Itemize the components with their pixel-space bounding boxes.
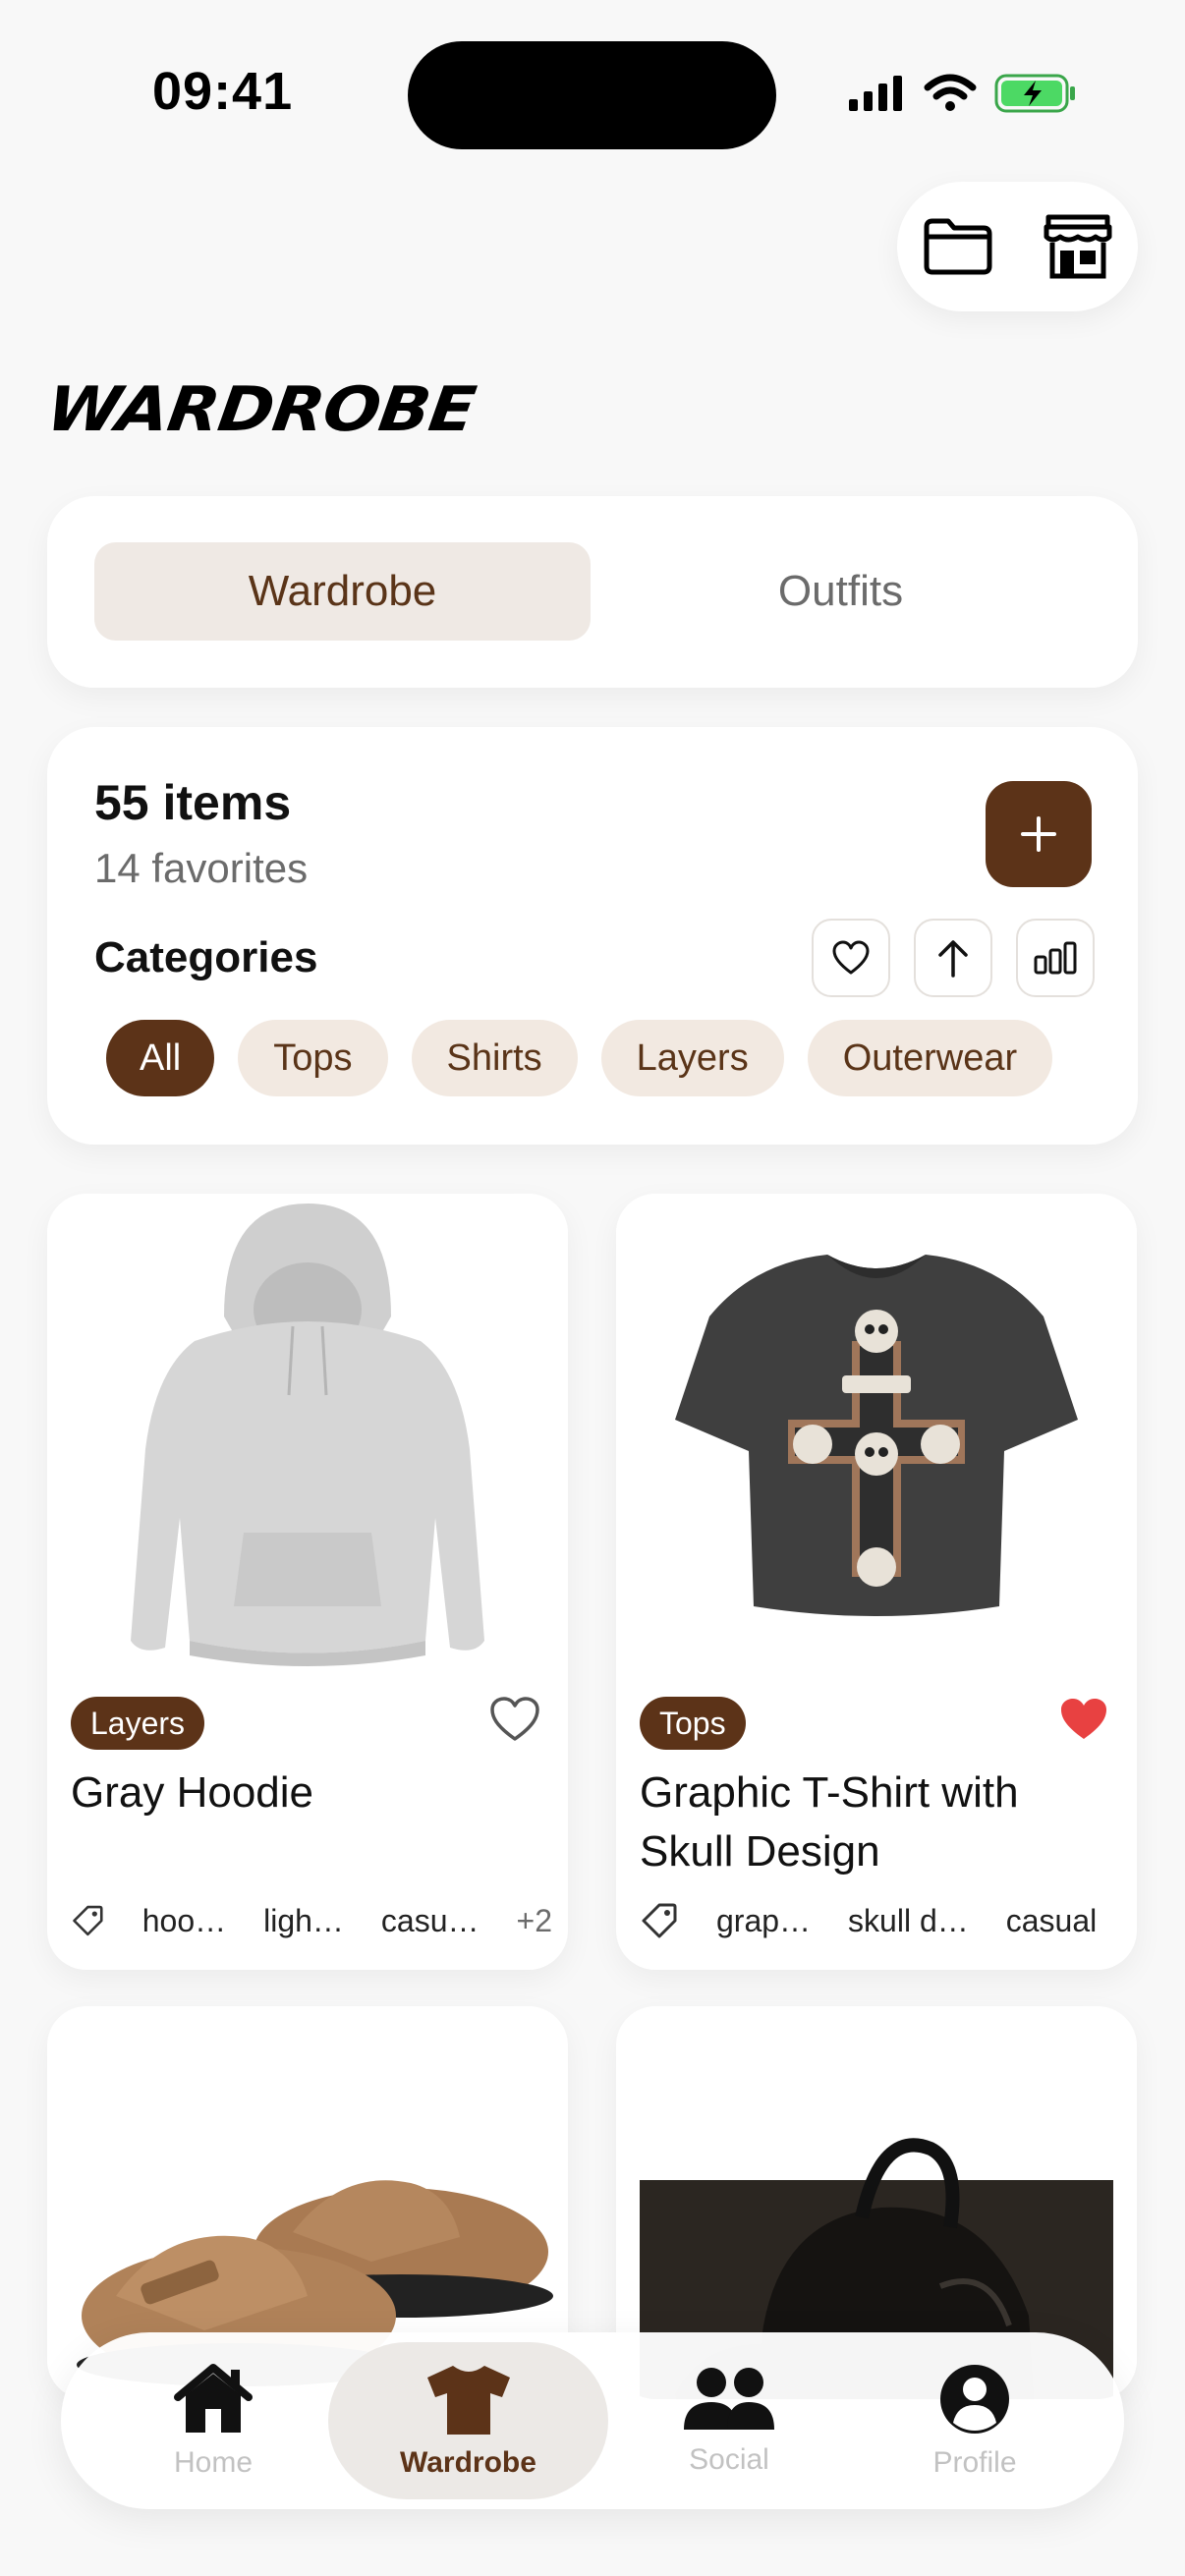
stats-button[interactable] bbox=[1016, 919, 1095, 997]
top-actions bbox=[897, 182, 1138, 311]
add-item-button[interactable] bbox=[986, 781, 1092, 887]
dynamic-island bbox=[408, 41, 776, 149]
tag: casual bbox=[1005, 1902, 1098, 1938]
tab-wardrobe-label: Wardrobe bbox=[400, 2446, 536, 2479]
bar-chart-icon bbox=[1034, 941, 1077, 975]
item-tags: grap… skull d… casual bbox=[640, 1901, 1121, 1940]
item-image bbox=[616, 1194, 1137, 1714]
plus-icon bbox=[1021, 816, 1056, 852]
category-badge: Tops bbox=[640, 1697, 746, 1750]
home-icon bbox=[174, 2364, 253, 2433]
cellular-signal-icon bbox=[849, 76, 902, 111]
tshirt-icon bbox=[426, 2366, 510, 2435]
store-button[interactable] bbox=[1043, 211, 1113, 282]
segment-wardrobe[interactable]: Wardrobe bbox=[94, 542, 591, 641]
sort-button[interactable] bbox=[914, 919, 992, 997]
chip-outerwear[interactable]: Outerwear bbox=[807, 1020, 1053, 1096]
items-count: 55 items bbox=[94, 775, 292, 830]
people-icon bbox=[684, 2368, 774, 2430]
item-card[interactable]: Tops Graphic T-Shirt with Skull Design g… bbox=[616, 1194, 1137, 1970]
item-name: Gray Hoodie bbox=[71, 1768, 314, 1817]
more-tags-count: +2 bbox=[516, 1902, 552, 1938]
filter-tools bbox=[812, 919, 1095, 997]
heart-outline-icon bbox=[832, 940, 870, 975]
chip-all[interactable]: All bbox=[106, 1020, 215, 1096]
page-title: WARDROBE bbox=[41, 374, 480, 446]
tag: ligh… bbox=[263, 1902, 344, 1938]
tab-social-label: Social bbox=[689, 2443, 769, 2476]
category-chips: All Tops Shirts Layers Outerwear bbox=[106, 1020, 1053, 1096]
heart-outline-icon bbox=[490, 1697, 539, 1741]
chip-tops[interactable]: Tops bbox=[238, 1020, 388, 1096]
tab-home-label: Home bbox=[173, 2446, 254, 2479]
tag: casu… bbox=[380, 1902, 480, 1938]
segmented-control: Wardrobe Outfits bbox=[47, 496, 1138, 688]
tag: grap… bbox=[716, 1902, 812, 1938]
store-icon bbox=[1044, 214, 1111, 279]
status-bar: 09:41 bbox=[0, 0, 1185, 177]
heart-filled-icon bbox=[1061, 1699, 1106, 1739]
favorites-filter-button[interactable] bbox=[812, 919, 890, 997]
arrow-up-icon bbox=[938, 940, 968, 978]
wifi-icon bbox=[924, 74, 977, 111]
tab-profile[interactable]: Profile bbox=[852, 2332, 1098, 2509]
tag-icon bbox=[642, 1903, 677, 1938]
status-time: 09:41 bbox=[152, 62, 294, 121]
item-image bbox=[47, 1194, 568, 1714]
chip-layers[interactable]: Layers bbox=[600, 1020, 784, 1096]
favorite-button[interactable] bbox=[485, 1690, 544, 1749]
tab-social[interactable]: Social bbox=[606, 2332, 852, 2509]
tab-home[interactable]: Home bbox=[90, 2332, 336, 2509]
folder-icon bbox=[924, 218, 991, 275]
item-tags: hoo… ligh… casu… +2 bbox=[71, 1901, 552, 1940]
tag: hoo… bbox=[141, 1902, 227, 1938]
tag-icon bbox=[73, 1905, 103, 1936]
chip-shirts[interactable]: Shirts bbox=[411, 1020, 578, 1096]
item-name: Graphic T-Shirt with Skull Design bbox=[640, 1768, 1019, 1876]
battery-icon bbox=[994, 74, 1075, 113]
favorites-count: 14 favorites bbox=[94, 845, 309, 891]
status-icons bbox=[847, 73, 1077, 114]
tag: skull d… bbox=[848, 1902, 969, 1938]
favorite-button[interactable] bbox=[1054, 1690, 1113, 1749]
category-badge: Layers bbox=[71, 1697, 205, 1750]
tab-wardrobe[interactable]: Wardrobe bbox=[328, 2342, 608, 2499]
summary-card: 55 items 14 favorites Categories All Top… bbox=[47, 727, 1138, 1145]
profile-icon bbox=[940, 2365, 1009, 2434]
tab-profile-label: Profile bbox=[932, 2446, 1017, 2479]
tab-bar: Home Wardrobe Social Profile bbox=[61, 2332, 1124, 2509]
folder-button[interactable] bbox=[923, 211, 993, 282]
segment-outfits[interactable]: Outfits bbox=[592, 542, 1089, 641]
categories-label: Categories bbox=[94, 933, 318, 981]
item-card[interactable]: Layers Gray Hoodie hoo… ligh… casu… +2 bbox=[47, 1194, 568, 1970]
